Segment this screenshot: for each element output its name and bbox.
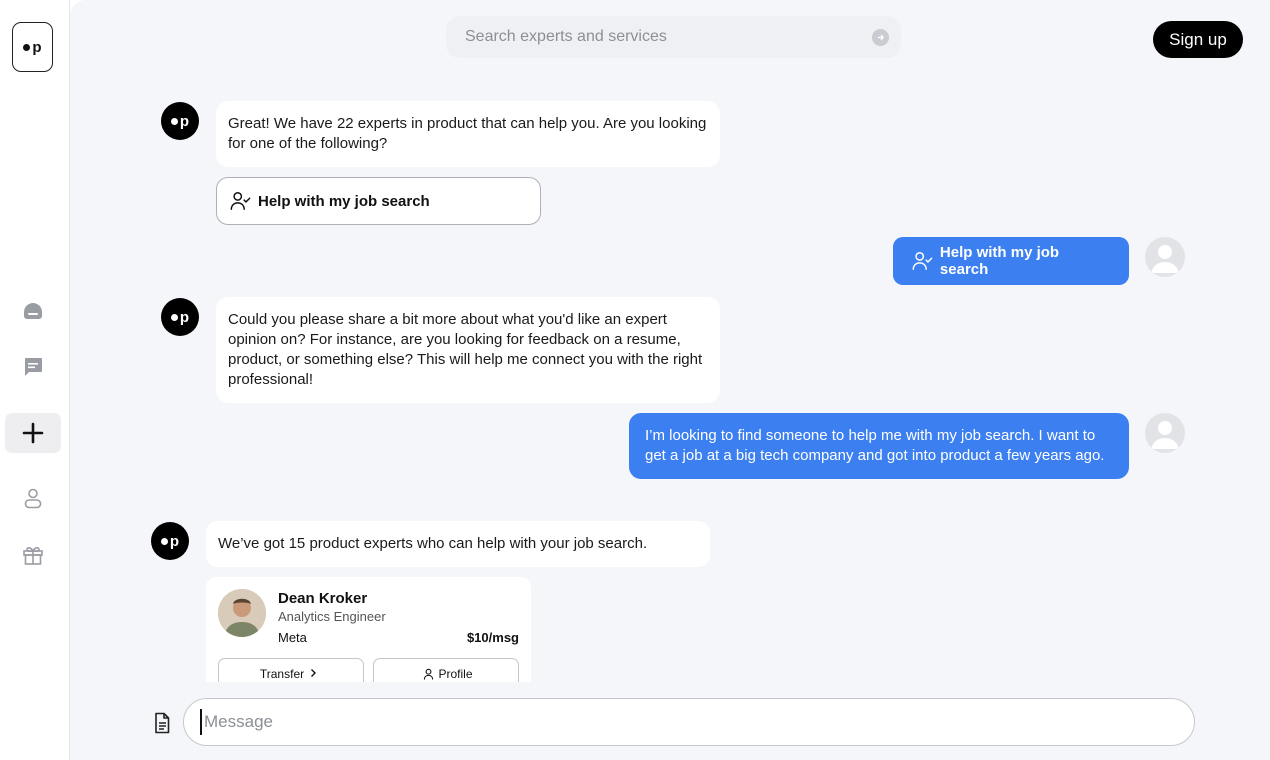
document-icon[interactable] (150, 711, 174, 735)
chevron-right-icon (311, 669, 317, 677)
expert-company: Meta (278, 630, 307, 645)
search-submit-icon[interactable] (872, 28, 889, 46)
transfer-label: Transfer (259, 667, 305, 681)
sidebar-item-new[interactable] (5, 413, 61, 453)
sidebar-item-home[interactable] (5, 290, 61, 330)
user-message: I’m looking to find someone to help me w… (629, 413, 1129, 479)
search-input[interactable] (465, 28, 872, 46)
expert-name: Dean Kroker (278, 590, 368, 607)
bot-message: Could you please share a bit more about … (216, 297, 720, 403)
sidebar: p (0, 0, 70, 760)
avatar-dot (170, 313, 178, 321)
avatar-letter: p (179, 112, 190, 130)
message-input[interactable] (204, 712, 1178, 732)
bot-message: We’ve got 15 product experts who can hel… (206, 521, 710, 567)
transfer-button[interactable]: Transfer (218, 658, 364, 682)
suggestion-chip-job-search[interactable]: Help with my job search (216, 177, 541, 225)
user-icon (424, 668, 434, 680)
bot-avatar: p (161, 298, 199, 336)
chip-label: Help with my job search (258, 192, 430, 210)
app-logo[interactable]: p (12, 22, 53, 72)
chat-panel: Sign up p Great! We have 22 experts in p… (70, 0, 1270, 760)
plus-icon (22, 422, 44, 444)
avatar-dot (170, 117, 178, 125)
search-bar[interactable] (446, 16, 901, 58)
avatar-dot (160, 537, 168, 545)
user-check-icon (230, 192, 251, 210)
expert-photo (218, 589, 266, 637)
gift-icon (23, 547, 43, 565)
home-icon (24, 303, 42, 319)
expert-role: Analytics Engineer (278, 609, 386, 624)
sidebar-item-messages[interactable] (5, 347, 61, 387)
text-caret (200, 709, 202, 735)
sidebar-item-profile[interactable] (5, 478, 61, 518)
user-avatar (1145, 413, 1185, 453)
message-composer[interactable] (183, 698, 1195, 746)
avatar-letter: p (169, 532, 180, 550)
user-message: Help with my job search (893, 237, 1129, 285)
user-check-icon (912, 252, 933, 270)
user-message-text: Help with my job search (939, 244, 1060, 278)
signup-button[interactable]: Sign up (1153, 21, 1243, 58)
chat-icon (25, 358, 42, 376)
sidebar-item-gifts[interactable] (5, 535, 61, 575)
avatar-letter: p (179, 308, 190, 326)
expert-card[interactable]: Dean Kroker Analytics Engineer Meta $10/… (206, 577, 531, 682)
bot-avatar: p (161, 102, 199, 140)
profile-label: Profile (438, 667, 473, 681)
logo-letter: p (32, 38, 42, 56)
expert-price: $10/msg (466, 630, 519, 645)
user-avatar (1145, 237, 1185, 277)
logo-dot (23, 43, 31, 51)
bot-message: Great! We have 22 experts in product tha… (216, 101, 720, 167)
user-icon (24, 488, 42, 509)
profile-button[interactable]: Profile (373, 658, 519, 682)
bot-avatar: p (151, 522, 189, 560)
